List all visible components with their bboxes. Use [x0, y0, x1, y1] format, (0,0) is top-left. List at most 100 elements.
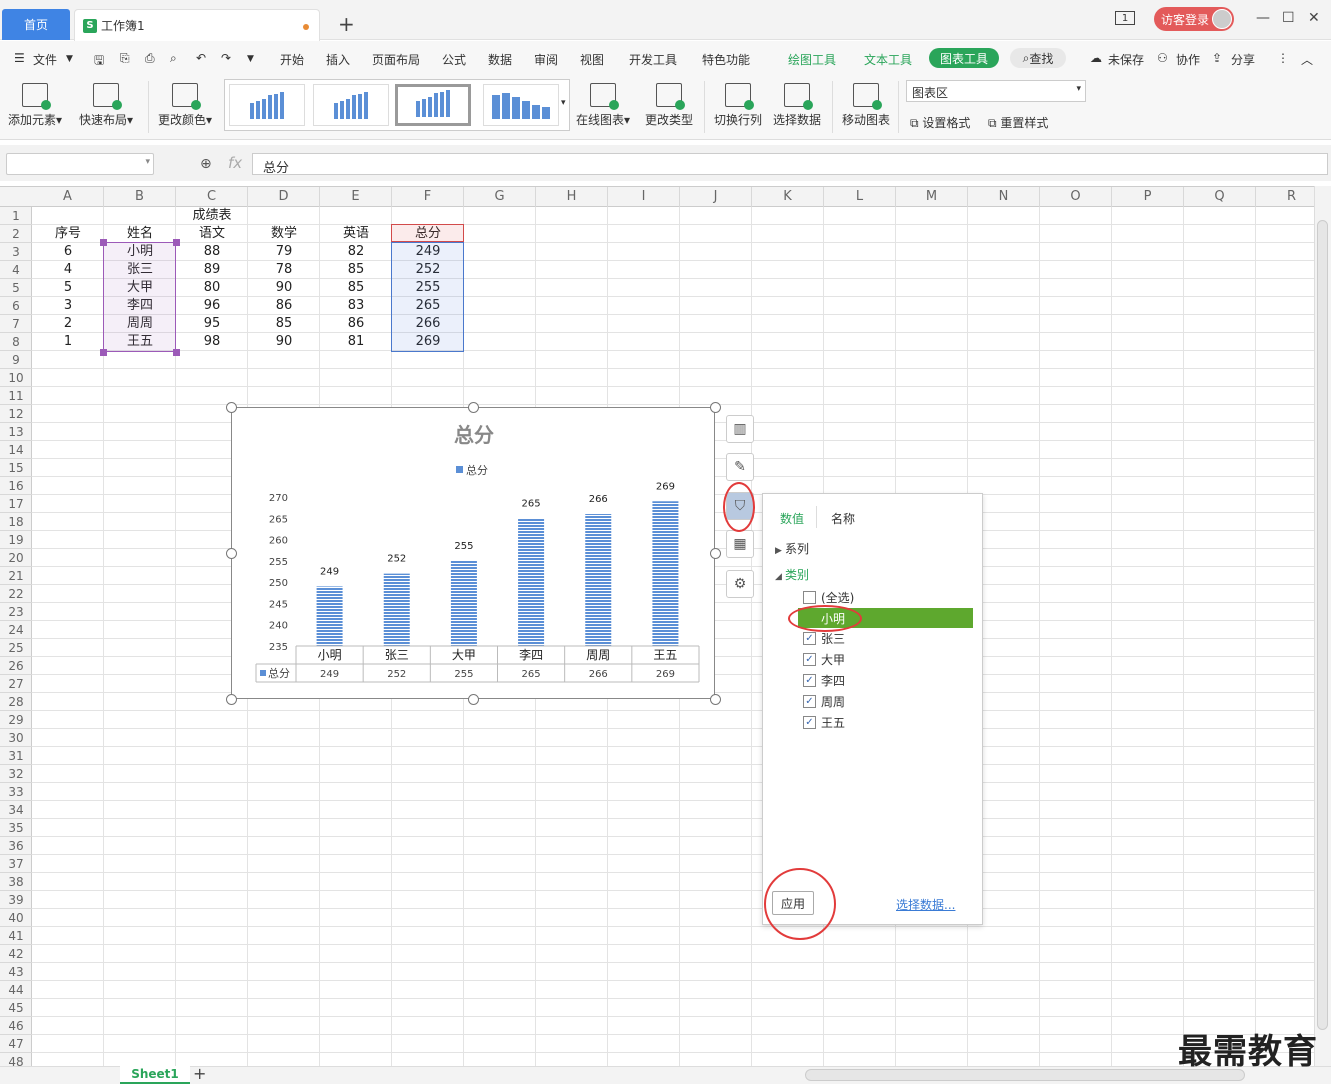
menu-drawing-tools[interactable]: 绘图工具	[788, 51, 836, 68]
row-header[interactable]: 25	[0, 639, 32, 657]
tree-series[interactable]: ▶ 系列	[775, 540, 809, 557]
user-icon[interactable]: ⚇	[1157, 51, 1168, 65]
cell[interactable]: 95	[176, 315, 248, 333]
menu-insert[interactable]: 插入	[326, 51, 350, 68]
visitor-login-button[interactable]: 访客登录	[1154, 7, 1234, 31]
row-header[interactable]: 10	[0, 369, 32, 387]
column-header-C[interactable]: C	[176, 187, 248, 207]
cell[interactable]: 96	[176, 297, 248, 315]
checkbox-3[interactable]: ✓ 李四	[803, 671, 1003, 689]
row-header[interactable]: 1	[0, 207, 32, 225]
cell[interactable]: 81	[320, 333, 392, 351]
menu-unsaved[interactable]: 未保存	[1108, 51, 1144, 68]
resize-handle[interactable]	[710, 402, 721, 413]
row-header[interactable]: 22	[0, 585, 32, 603]
column-header-R[interactable]: R	[1256, 187, 1314, 207]
menu-special[interactable]: 特色功能	[702, 51, 750, 68]
column-header-A[interactable]: A	[32, 187, 104, 207]
cell[interactable]: 90	[248, 333, 320, 351]
column-header-B[interactable]: B	[104, 187, 176, 207]
row-header[interactable]: 39	[0, 891, 32, 909]
row-header[interactable]: 14	[0, 441, 32, 459]
row-header[interactable]: 27	[0, 675, 32, 693]
column-header-I[interactable]: I	[608, 187, 680, 207]
menu-share[interactable]: 分享	[1231, 51, 1255, 68]
checkbox-2[interactable]: ✓ 大甲	[803, 650, 1003, 668]
row-header[interactable]: 23	[0, 603, 32, 621]
column-header-O[interactable]: O	[1040, 187, 1112, 207]
minimize-icon[interactable]: —	[1256, 10, 1270, 26]
column-header-L[interactable]: L	[824, 187, 896, 207]
selection-handle[interactable]	[173, 239, 180, 246]
cell[interactable]: 4	[32, 261, 104, 279]
cell-header[interactable]: 序号	[32, 225, 104, 243]
save-icon[interactable]: 🖫	[94, 51, 104, 72]
row-header[interactable]: 6	[0, 297, 32, 315]
cell[interactable]: 88	[176, 243, 248, 261]
column-header-G[interactable]: G	[464, 187, 536, 207]
page-count-badge[interactable]: 1	[1115, 11, 1135, 25]
change-type-button[interactable]: 更改类型	[645, 83, 693, 128]
cell[interactable]: 86	[320, 315, 392, 333]
add-element-button[interactable]: 添加元素▾	[8, 83, 62, 128]
cell[interactable]: 2	[32, 315, 104, 333]
cell[interactable]: 1	[32, 333, 104, 351]
row-header[interactable]: 20	[0, 549, 32, 567]
checkbox-5[interactable]: ✓ 王五	[803, 713, 1003, 731]
column-header-E[interactable]: E	[320, 187, 392, 207]
cell[interactable]: 3	[32, 297, 104, 315]
column-header-J[interactable]: J	[680, 187, 752, 207]
menu-data[interactable]: 数据	[488, 51, 512, 68]
menu-file[interactable]: 文件	[33, 51, 57, 68]
cell-header[interactable]: 英语	[320, 225, 392, 243]
row-header[interactable]: 48	[0, 1053, 32, 1066]
row-header[interactable]: 3	[0, 243, 32, 261]
add-tab-button[interactable]: +	[338, 12, 355, 36]
column-header-H[interactable]: H	[536, 187, 608, 207]
row-header[interactable]: 32	[0, 765, 32, 783]
column-header-N[interactable]: N	[968, 187, 1040, 207]
close-icon[interactable]: ✕	[1308, 10, 1320, 26]
row-header[interactable]: 7	[0, 315, 32, 333]
online-chart-button[interactable]: 在线图表▾	[576, 83, 630, 128]
vertical-scroll-thumb[interactable]	[1317, 220, 1328, 1030]
chart-filter-icon[interactable]: ⛉	[726, 492, 754, 520]
collapse-ribbon-icon[interactable]: ︿	[1301, 51, 1313, 68]
chevron-down-icon[interactable]: ▼	[66, 54, 73, 64]
gallery-more-icon[interactable]: ▾	[561, 98, 566, 108]
menu-chart-tools[interactable]: 图表工具	[929, 48, 999, 68]
name-box[interactable]: ▾	[6, 153, 154, 175]
row-header[interactable]: 2	[0, 225, 32, 243]
row-header[interactable]: 5	[0, 279, 32, 297]
more-icon[interactable]: ▼	[247, 54, 254, 64]
menu-page-layout[interactable]: 页面布局	[372, 51, 420, 68]
column-header-Q[interactable]: Q	[1184, 187, 1256, 207]
column-header-M[interactable]: M	[896, 187, 968, 207]
search-button[interactable]: ⌕ 查找	[1010, 48, 1066, 68]
tab-workbook[interactable]: S 工作簿1	[74, 9, 320, 41]
row-header[interactable]: 41	[0, 927, 32, 945]
row-header[interactable]: 26	[0, 657, 32, 675]
row-header[interactable]: 17	[0, 495, 32, 513]
resize-handle[interactable]	[226, 402, 237, 413]
chart-settings-gear-icon[interactable]: ⚙	[726, 570, 754, 598]
row-header[interactable]: 34	[0, 801, 32, 819]
resize-handle[interactable]	[710, 694, 721, 705]
row-header[interactable]: 24	[0, 621, 32, 639]
column-header-D[interactable]: D	[248, 187, 320, 207]
cell[interactable]: 6	[32, 243, 104, 261]
chart-style-brush-icon[interactable]: ✎	[726, 453, 754, 481]
checkbox-select-all[interactable]: (全选)	[803, 588, 1003, 606]
chart-style-2[interactable]	[313, 84, 389, 126]
resize-handle[interactable]	[468, 402, 479, 413]
row-header[interactable]: 15	[0, 459, 32, 477]
cell[interactable]: 90	[248, 279, 320, 297]
cell[interactable]: 85	[248, 315, 320, 333]
cell[interactable]: 79	[248, 243, 320, 261]
checkbox-1[interactable]: ✓ 张三	[803, 629, 1003, 647]
chart-style-4[interactable]	[483, 84, 559, 126]
row-header[interactable]: 8	[0, 333, 32, 351]
set-format-button[interactable]: ⧉ 设置格式	[910, 114, 970, 131]
chart-style-3-selected[interactable]	[395, 84, 471, 126]
row-header[interactable]: 46	[0, 1017, 32, 1035]
